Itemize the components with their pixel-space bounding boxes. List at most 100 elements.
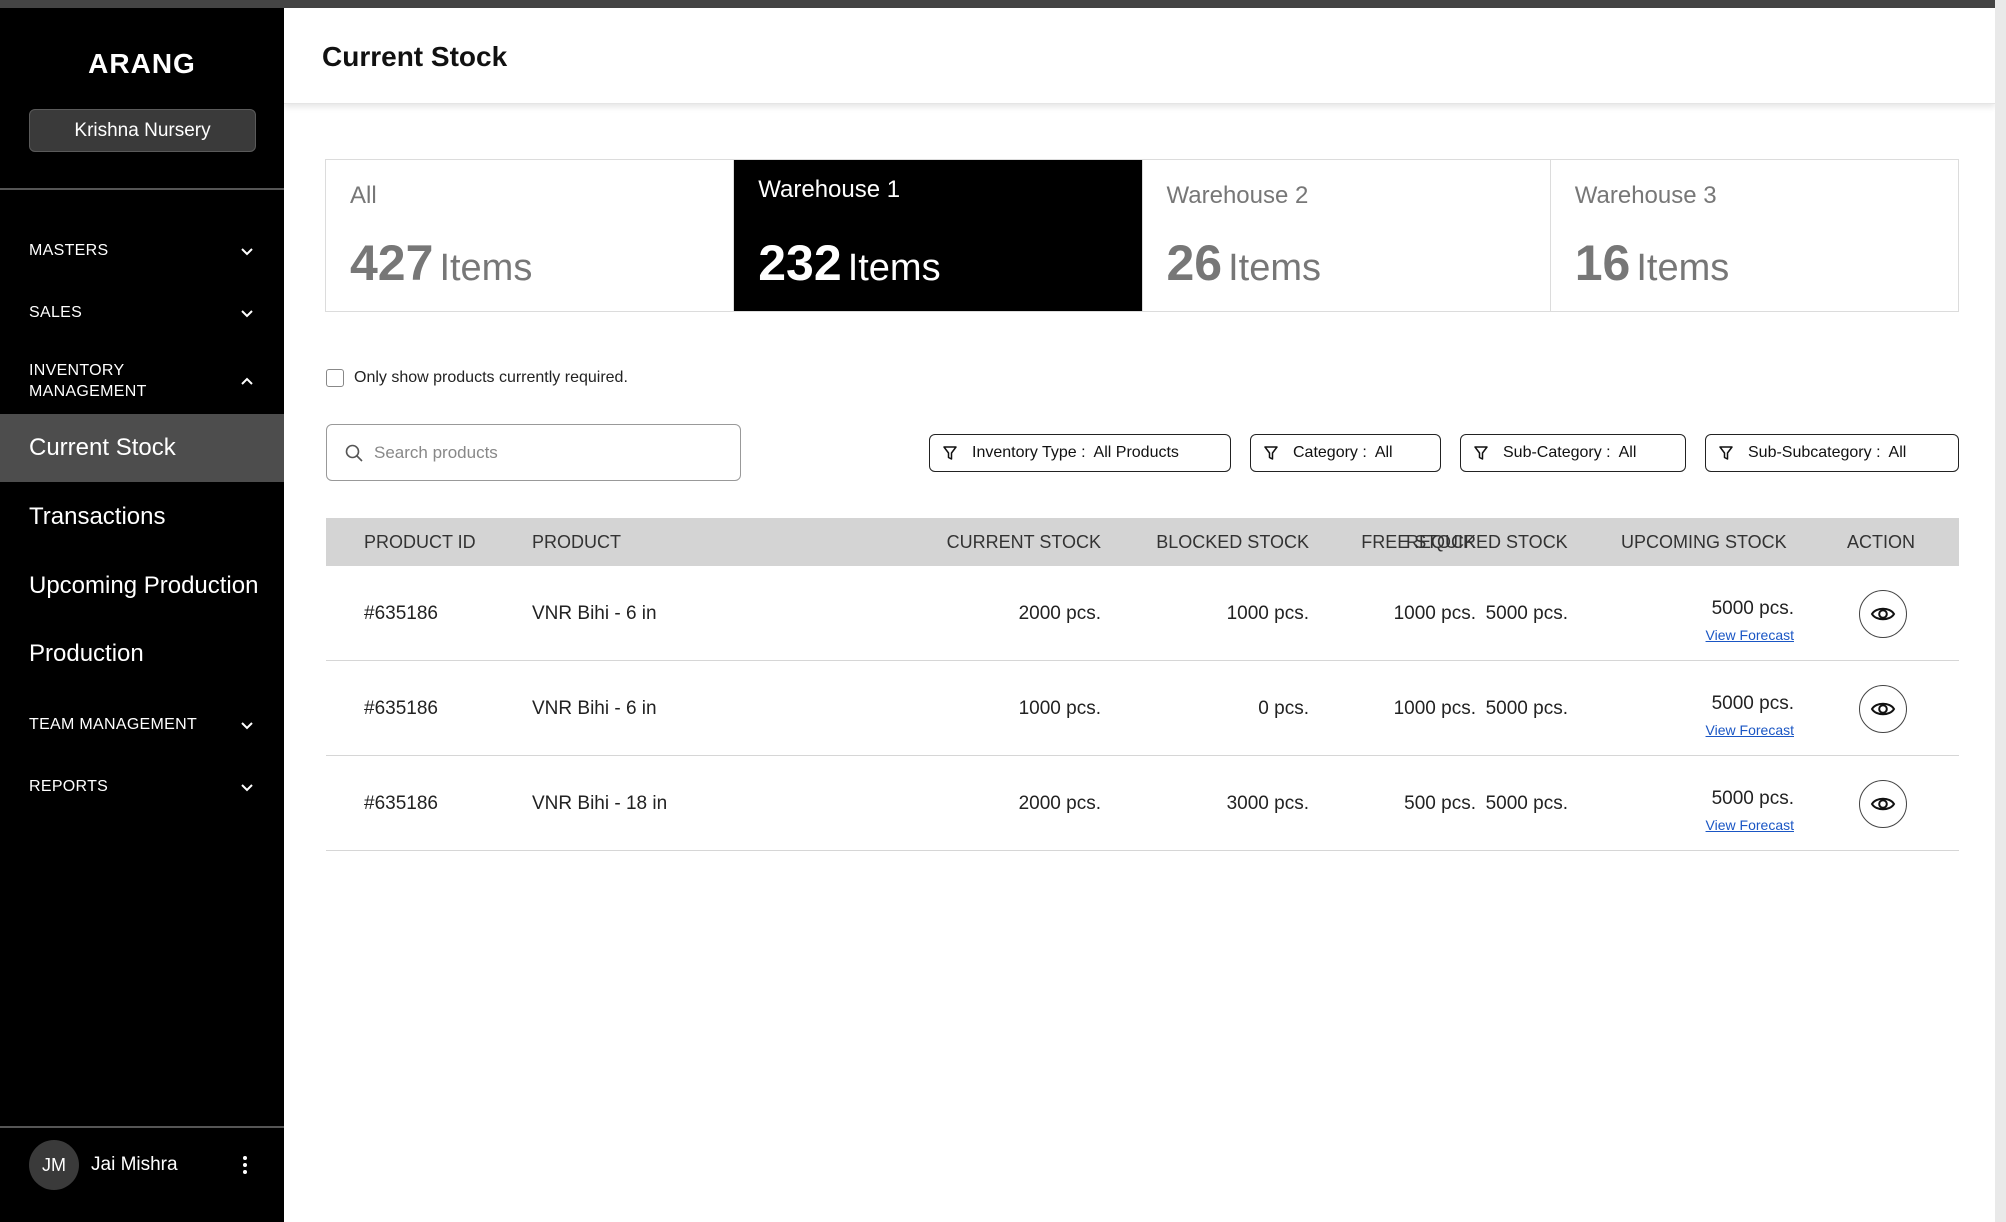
cell-upcoming-stock: 5000 pcs.	[1711, 693, 1794, 714]
column-header: UPCOMING STOCK	[1621, 532, 1787, 552]
cell-required-stock: 5000 pcs.	[1485, 698, 1568, 719]
brand-logo: ARANG	[88, 48, 196, 79]
filter-value: All	[1888, 444, 1907, 461]
filter-category[interactable]: Category : All	[1250, 434, 1441, 472]
sidebar-item-production[interactable]: Production	[0, 620, 284, 688]
nav-group-team-management[interactable]: TEAM MANAGEMENT	[29, 714, 255, 735]
stock-table: PRODUCT ID PRODUCT CURRENT STOCK BLOCKED…	[326, 518, 1959, 851]
cell-free-stock: 1000 pcs.	[1393, 698, 1476, 719]
column-header: PRODUCT ID	[364, 532, 476, 552]
filter-sub-category[interactable]: Sub-Category : All	[1460, 434, 1686, 472]
required-only-filter: Only show products currently required.	[326, 369, 628, 387]
chevron-up-icon	[241, 377, 253, 385]
cell-product: VNR Bihi - 6 in	[532, 698, 657, 719]
card-label: Warehouse 2	[1166, 182, 1309, 209]
sidebar-item-transactions[interactable]: Transactions	[0, 483, 284, 551]
cell-current-stock: 2000 pcs.	[1018, 603, 1101, 624]
sidebar-item-upcoming-production[interactable]: Upcoming Production	[0, 552, 284, 620]
cell-product-id: #635186	[364, 603, 438, 624]
user-profile: JM Jai Mishra	[29, 1140, 255, 1190]
table-row: #635186 VNR Bihi - 6 in 2000 pcs. 1000 p…	[326, 566, 1959, 661]
chevron-down-icon	[241, 309, 253, 317]
filter-label: Inventory Type :	[972, 444, 1086, 461]
eye-icon	[1870, 607, 1896, 621]
view-forecast-link[interactable]: View Forecast	[1706, 817, 1794, 833]
chevron-down-icon	[241, 783, 253, 791]
view-forecast-link[interactable]: View Forecast	[1706, 627, 1794, 643]
card-count: 427 Items	[350, 235, 533, 291]
nav-group-label: SALES	[29, 304, 83, 321]
filter-icon	[1264, 446, 1278, 460]
column-header: BLOCKED STOCK	[1156, 532, 1309, 552]
page-title: Current Stock	[322, 41, 508, 72]
warehouse-card-3[interactable]: Warehouse 3 16 Items	[1550, 160, 1958, 311]
view-button[interactable]	[1859, 590, 1907, 638]
nav-group-sales[interactable]: SALES	[29, 302, 255, 323]
cell-product-id: #635186	[364, 793, 438, 814]
cell-blocked-stock: 3000 pcs.	[1226, 793, 1309, 814]
required-only-checkbox[interactable]	[326, 369, 344, 387]
column-header: REQUIRED STOCK	[1406, 532, 1568, 552]
card-label: All	[350, 182, 377, 209]
filter-icon	[1719, 446, 1733, 460]
filter-sub-subcategory[interactable]: Sub-Subcategory : All	[1705, 434, 1959, 472]
warehouse-card-2[interactable]: Warehouse 2 26 Items	[1142, 160, 1551, 311]
search-input[interactable]	[374, 442, 714, 463]
nav-group-masters[interactable]: MASTERS	[29, 240, 255, 261]
filter-icon	[1474, 446, 1488, 460]
cell-upcoming-stock: 5000 pcs.	[1711, 788, 1794, 809]
avatar[interactable]: JM	[29, 1140, 79, 1190]
column-header: PRODUCT	[532, 532, 621, 552]
filter-inventory-type[interactable]: Inventory Type : All Products	[929, 434, 1231, 472]
table-row: #635186 VNR Bihi - 6 in 1000 pcs. 0 pcs.…	[326, 661, 1959, 756]
cell-product-id: #635186	[364, 698, 438, 719]
nav-group-label: TEAM MANAGEMENT	[29, 716, 198, 733]
warehouse-card-1[interactable]: Warehouse 1 232 Items	[734, 160, 1143, 311]
cell-free-stock: 1000 pcs.	[1393, 603, 1476, 624]
window-edge	[1995, 0, 2006, 1222]
search-box	[326, 424, 741, 481]
cell-blocked-stock: 0 pcs.	[1258, 698, 1309, 719]
nav-group-reports[interactable]: REPORTS	[29, 776, 255, 797]
filter-value: All	[1374, 444, 1393, 461]
cell-upcoming-stock: 5000 pcs.	[1711, 598, 1794, 619]
cell-free-stock: 500 pcs.	[1404, 793, 1476, 814]
card-label: Warehouse 1	[758, 176, 901, 203]
user-name: Jai Mishra	[91, 1154, 178, 1175]
cell-required-stock: 5000 pcs.	[1485, 793, 1568, 814]
nav-group-label: INVENTORY MANAGEMENT	[29, 362, 147, 400]
warehouse-card-all[interactable]: All 427 Items	[326, 160, 735, 311]
card-label: Warehouse 3	[1574, 182, 1717, 209]
sidebar-item-current-stock[interactable]: Current Stock	[0, 414, 284, 482]
table-header: PRODUCT ID PRODUCT CURRENT STOCK BLOCKED…	[326, 518, 1959, 566]
card-count: 232 Items	[758, 235, 941, 291]
card-count: 26 Items	[1166, 235, 1322, 291]
cell-current-stock: 1000 pcs.	[1018, 698, 1101, 719]
view-button[interactable]	[1859, 685, 1907, 733]
cell-product: VNR Bihi - 18 in	[532, 793, 668, 814]
view-forecast-link[interactable]: View Forecast	[1706, 722, 1794, 738]
page-header: Current Stock	[284, 8, 1995, 104]
nav-group-inventory-management[interactable]: INVENTORY MANAGEMENT	[29, 360, 255, 402]
app-window: ARANG Krishna Nursery MASTERS SALES INVE…	[0, 8, 1995, 1222]
chevron-down-icon	[241, 721, 253, 729]
sidebar: ARANG Krishna Nursery MASTERS SALES INVE…	[0, 8, 284, 1222]
search-icon	[345, 444, 363, 462]
nav-group-label: REPORTS	[29, 778, 109, 795]
card-count: 16 Items	[1574, 235, 1730, 291]
filter-icon	[943, 446, 957, 460]
cell-blocked-stock: 1000 pcs.	[1226, 603, 1309, 624]
kebab-menu-icon[interactable]	[235, 1150, 255, 1180]
eye-icon	[1870, 797, 1896, 811]
org-selector-button[interactable]: Krishna Nursery	[29, 109, 256, 152]
sidebar-divider	[0, 188, 284, 190]
chevron-down-icon	[241, 247, 253, 255]
eye-icon	[1870, 702, 1896, 716]
view-button[interactable]	[1859, 780, 1907, 828]
filter-value: All Products	[1093, 444, 1179, 461]
filter-label: Sub-Category :	[1503, 444, 1611, 461]
cell-product: VNR Bihi - 6 in	[532, 603, 657, 624]
cell-required-stock: 5000 pcs.	[1485, 603, 1568, 624]
warehouse-tabs: All 427 Items Warehouse 1 232 Items Wareho…	[325, 159, 1959, 312]
filter-label: Category :	[1293, 444, 1367, 461]
